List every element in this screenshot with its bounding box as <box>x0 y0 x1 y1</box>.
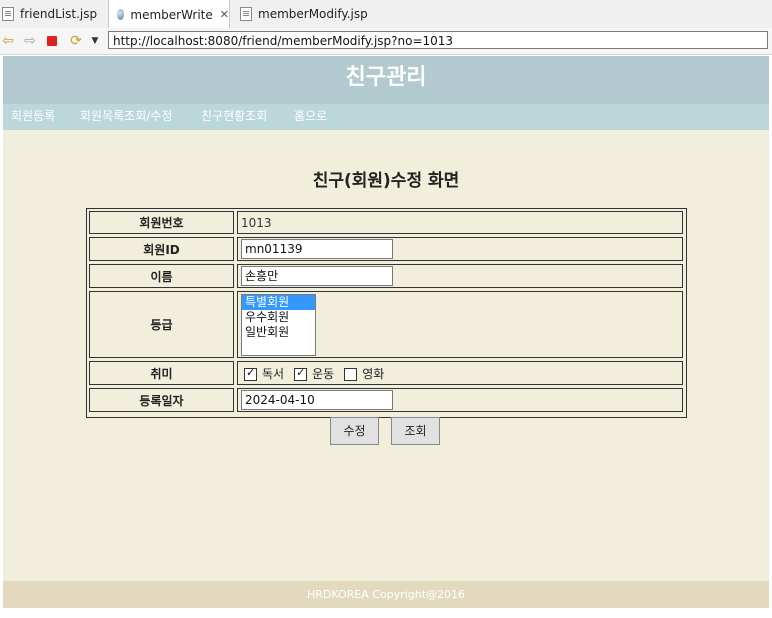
grade-label: 등급 <box>89 291 234 358</box>
tab-friendlist[interactable]: friendList.jsp <box>2 0 97 28</box>
nav-link-home[interactable]: 홈으로 <box>294 104 327 128</box>
page-footer: HRDKOREA Copyright@2016 <box>3 581 769 608</box>
forward-arrow-icon[interactable]: ⇨ <box>22 33 38 49</box>
grade-listbox[interactable]: 특별회원 우수회원 일반회원 <box>241 294 316 356</box>
tab-label: friendList.jsp <box>20 7 98 21</box>
web-page: 친구관리 회원등록 회원목록조회/수정 친구현황조회 홈으로 친구(회원)수정 … <box>3 56 769 608</box>
nav-link-friend-status[interactable]: 친구현황조회 <box>201 104 267 128</box>
browser-toolbar: ⇦ ⇨ ⟳ ▼ http://localhost:8080/friend/mem… <box>0 28 772 55</box>
name-cell: 손흥만 <box>237 264 683 288</box>
member-id-label: 회원ID <box>89 237 234 261</box>
tab-label: memberWrite <box>130 7 213 22</box>
chevron-down-icon[interactable]: ▼ <box>90 33 100 49</box>
tab-membermodify[interactable]: memberModify.jsp <box>240 0 368 28</box>
back-arrow-icon[interactable]: ⇦ <box>0 33 16 49</box>
hobby-movie-label: 영화 <box>362 366 385 381</box>
nav-link-register[interactable]: 회원등록 <box>11 104 55 128</box>
row-name: 이름 손흥만 <box>89 264 683 288</box>
hobby-reading-checkbox[interactable] <box>244 366 257 381</box>
jsp-file-icon <box>240 7 252 21</box>
hobby-label: 취미 <box>89 361 234 385</box>
site-title: 친구관리 <box>345 65 427 90</box>
row-grade: 등급 특별회원 우수회원 일반회원 <box>89 291 683 358</box>
row-hobby: 취미 독서 운동 영화 <box>89 361 683 385</box>
member-id-cell: mn01139 <box>237 237 683 261</box>
page-header: 친구관리 <box>3 56 769 104</box>
nav-link-member-list[interactable]: 회원목록조회/수정 <box>80 104 172 128</box>
browser-globe-icon <box>117 9 125 20</box>
reg-date-label: 등록일자 <box>89 388 234 412</box>
url-input[interactable]: http://localhost:8080/friend/memberModif… <box>108 31 768 49</box>
stop-icon[interactable] <box>46 33 58 49</box>
grade-option-general[interactable]: 일반회원 <box>242 325 315 340</box>
tab-memberwrite[interactable]: memberWrite ✕ <box>108 0 230 29</box>
hobby-reading-label: 독서 <box>262 366 285 381</box>
member-id-input[interactable]: mn01139 <box>241 239 393 259</box>
page-title: 친구(회원)수정 화면 <box>312 171 460 191</box>
member-no-label: 회원번호 <box>89 211 234 234</box>
tab-label: memberModify.jsp <box>258 7 368 21</box>
nav-bar: 회원등록 회원목록조회/수정 친구현황조회 홈으로 <box>3 104 769 130</box>
row-member-no: 회원번호 1013 <box>89 211 683 234</box>
hobby-exercise-checkbox[interactable] <box>294 366 308 381</box>
name-input[interactable]: 손흥만 <box>241 266 393 286</box>
grade-option-excellent[interactable]: 우수회원 <box>242 310 315 325</box>
modify-button[interactable]: 수정 <box>330 417 379 445</box>
editor-tab-bar: friendList.jsp memberWrite ✕ memberModif… <box>0 0 772 29</box>
grade-option-special[interactable]: 특별회원 <box>242 295 315 310</box>
reg-date-cell: 2024-04-10 <box>237 388 683 412</box>
row-member-id: 회원ID mn01139 <box>89 237 683 261</box>
copyright-text: HRDKOREA Copyright@2016 <box>306 588 465 601</box>
list-button[interactable]: 조회 <box>391 417 440 445</box>
jsp-file-icon <box>2 7 14 21</box>
row-reg-date: 등록일자 2024-04-10 <box>89 388 683 412</box>
hobby-movie-checkbox[interactable] <box>344 367 358 381</box>
name-label: 이름 <box>89 264 234 288</box>
reg-date-input[interactable]: 2024-04-10 <box>241 390 393 410</box>
member-modify-form: 회원번호 1013 회원ID mn01139 이름 손흥만 등급 특별회원 우수… <box>86 208 687 418</box>
member-no-value: 1013 <box>237 211 683 234</box>
close-icon[interactable]: ✕ <box>220 8 229 21</box>
grade-cell: 특별회원 우수회원 일반회원 <box>237 291 683 358</box>
hobby-cell: 독서 운동 영화 <box>237 361 683 385</box>
refresh-icon[interactable]: ⟳ <box>68 33 84 49</box>
hobby-exercise-label: 운동 <box>312 366 335 381</box>
